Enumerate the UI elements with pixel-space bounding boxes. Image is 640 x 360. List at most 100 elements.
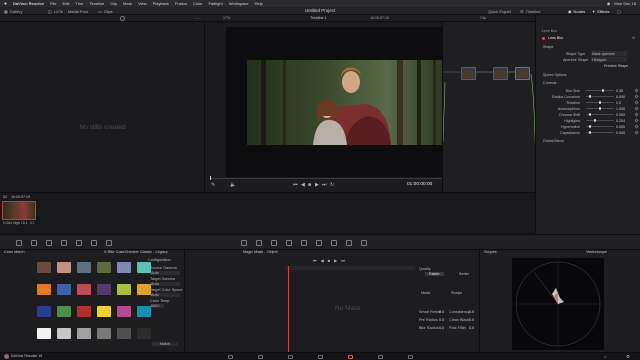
- quick-export-button[interactable]: Quick Export: [488, 8, 511, 14]
- color-chart-swatch[interactable]: [57, 262, 71, 273]
- wifi-icon[interactable]: ◉: [607, 1, 611, 6]
- preview-shape-button[interactable]: Preview Shape: [604, 64, 628, 68]
- home-icon[interactable]: ⌂: [604, 354, 607, 359]
- rgb-mixer-icon[interactable]: [76, 240, 82, 246]
- param-slider-knob[interactable]: [588, 113, 591, 116]
- param-slider[interactable]: [586, 107, 614, 110]
- curves-icon[interactable]: [106, 240, 112, 246]
- color-chart-swatch[interactable]: [77, 284, 91, 295]
- color-chart-swatch[interactable]: [97, 284, 111, 295]
- page-deliver-icon[interactable]: [408, 355, 413, 359]
- magic-mask-icon[interactable]: [301, 240, 307, 246]
- shape-type-dropdown[interactable]: Mask aperture: [591, 51, 627, 56]
- menu-item-clip[interactable]: Clip: [110, 1, 117, 6]
- color-chart-swatch[interactable]: [97, 262, 111, 273]
- param-slider[interactable]: [586, 89, 614, 92]
- param-slider-knob[interactable]: [588, 131, 591, 134]
- menu-item-view[interactable]: View: [138, 1, 147, 6]
- keyframe-icon[interactable]: [634, 106, 639, 111]
- track-reverse-icon[interactable]: ◀: [321, 258, 324, 263]
- section-global-blend[interactable]: Global Blend: [543, 139, 564, 143]
- sizing-icon[interactable]: [346, 240, 352, 246]
- reverse-play-icon[interactable]: ◀: [301, 182, 305, 188]
- section-speed-options[interactable]: Speed Options: [543, 73, 567, 77]
- keyframe-icon[interactable]: [634, 118, 639, 123]
- window-icon[interactable]: [271, 240, 277, 246]
- source-gamma-dropdown[interactable]: Auto: [150, 271, 180, 275]
- menu-item-mark[interactable]: Mark: [123, 1, 132, 6]
- stop-icon[interactable]: ■: [308, 182, 311, 188]
- param-value[interactable]: 1.000: [616, 107, 625, 111]
- aperture-shape-dropdown[interactable]: Hexagon: [591, 57, 627, 62]
- color-chart-swatch[interactable]: [57, 306, 71, 317]
- camera-raw-icon[interactable]: [16, 240, 22, 246]
- color-warper-icon[interactable]: [241, 240, 247, 246]
- settings-icon[interactable]: ⚙: [626, 354, 630, 360]
- mask-field-value[interactable]: 0.0: [439, 318, 444, 322]
- app-menu[interactable]: DaVinci Resolve: [13, 1, 44, 6]
- param-value[interactable]: 0.000: [616, 125, 625, 129]
- play-icon[interactable]: ▶: [315, 182, 319, 188]
- node-01[interactable]: [461, 67, 476, 80]
- param-slider-knob[interactable]: [599, 101, 601, 104]
- menu-item-playback[interactable]: Playback: [153, 1, 169, 6]
- param-value[interactable]: 0.000: [616, 113, 625, 117]
- param-slider[interactable]: [586, 113, 614, 116]
- menu-item-edit[interactable]: Edit: [63, 1, 70, 6]
- color-temp-field[interactable]: 6500: [150, 304, 164, 308]
- param-slider-knob[interactable]: [599, 107, 601, 110]
- color-chart-swatch[interactable]: [37, 306, 51, 317]
- param-slider[interactable]: [586, 125, 614, 128]
- param-slider-knob[interactable]: [588, 125, 591, 128]
- color-chart-swatch[interactable]: [57, 284, 71, 295]
- quality-better-button[interactable]: Better: [455, 272, 473, 276]
- gallery-search-icon[interactable]: [120, 16, 125, 21]
- color-chart-swatch[interactable]: [97, 306, 111, 317]
- scope-mode-dropdown[interactable]: Vectorscope: [586, 250, 607, 256]
- param-value[interactable]: 0.0: [616, 101, 621, 105]
- param-slider-knob[interactable]: [593, 119, 596, 122]
- node-03-selected[interactable]: [515, 67, 530, 80]
- menu-item-workspace[interactable]: Workspace: [229, 1, 249, 6]
- keyframe-icon[interactable]: [634, 94, 639, 99]
- viewer-zoom[interactable]: 17%: [223, 16, 230, 20]
- color-match-icon[interactable]: [31, 240, 37, 246]
- menu-item-fairlight[interactable]: Fairlight: [208, 1, 222, 6]
- target-gamma-dropdown[interactable]: Auto: [150, 282, 180, 286]
- track-backward-icon[interactable]: ⏮: [313, 258, 317, 263]
- key-icon[interactable]: [331, 240, 337, 246]
- mask-playhead[interactable]: [288, 266, 289, 352]
- color-chart-swatch[interactable]: [137, 328, 151, 339]
- color-chart-swatch[interactable]: [77, 306, 91, 317]
- param-value[interactable]: 0.35: [616, 89, 623, 93]
- param-slider[interactable]: [586, 101, 614, 104]
- section-shape[interactable]: Shape: [543, 45, 553, 49]
- param-value[interactable]: 0.000: [616, 95, 625, 99]
- page-color-icon[interactable]: [348, 355, 353, 359]
- timeline-toggle[interactable]: ☰ Timeline: [520, 8, 541, 14]
- param-slider-knob[interactable]: [588, 95, 591, 98]
- color-chart-swatch[interactable]: [57, 328, 71, 339]
- menu-item-help[interactable]: Help: [255, 1, 263, 6]
- color-wheels-icon[interactable]: [46, 240, 52, 246]
- section-controls[interactable]: Controls: [543, 81, 556, 85]
- mask-field-value[interactable]: 0.0: [469, 318, 474, 322]
- node-02[interactable]: [493, 67, 508, 80]
- color-chart-swatch[interactable]: [137, 306, 151, 317]
- apple-icon[interactable]: ●: [4, 1, 7, 7]
- color-chart-swatch[interactable]: [137, 284, 151, 295]
- page-cut-icon[interactable]: [258, 355, 263, 359]
- keyframe-icon[interactable]: [634, 112, 639, 117]
- page-fusion-icon[interactable]: [318, 355, 323, 359]
- color-chart-swatch[interactable]: [37, 284, 51, 295]
- loop-icon[interactable]: ↻: [330, 182, 334, 188]
- color-chart-swatch[interactable]: [77, 262, 91, 273]
- match-button[interactable]: Match: [152, 342, 178, 346]
- quality-faster-button[interactable]: Faster: [425, 272, 444, 276]
- 3d-icon[interactable]: [361, 240, 367, 246]
- motion-effects-icon[interactable]: [91, 240, 97, 246]
- keyframe-icon[interactable]: [634, 124, 639, 129]
- target-color-space-dropdown[interactable]: Auto: [150, 293, 180, 297]
- lightbox-toggle[interactable]: ▢: [617, 8, 621, 14]
- skip-start-icon[interactable]: ⏮: [293, 182, 298, 188]
